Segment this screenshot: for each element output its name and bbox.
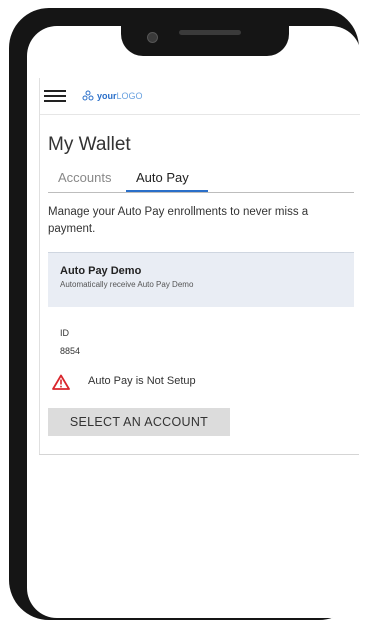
content-divider — [39, 454, 359, 455]
logo-text-suffix: LOGO — [116, 91, 143, 101]
active-tab-indicator — [126, 190, 208, 192]
select-account-button[interactable]: SELECT AN ACCOUNT — [48, 408, 230, 436]
id-label: ID — [60, 328, 69, 338]
speaker-grille — [179, 30, 241, 35]
logo-mark-icon — [82, 90, 94, 101]
camera-icon — [147, 32, 158, 43]
tab-auto-pay[interactable]: Auto Pay — [136, 170, 189, 190]
tab-bar: Accounts Auto Pay — [48, 170, 354, 193]
top-bar: your LOGO — [40, 78, 360, 115]
logo-text-prefix: your — [97, 91, 117, 101]
phone-screen: your LOGO My Wallet Accounts Auto Pay Man… — [27, 26, 361, 618]
auto-pay-status: Auto Pay is Not Setup — [88, 375, 196, 387]
auto-pay-card: Auto Pay Demo Automatically receive Auto… — [48, 252, 354, 307]
id-value: 8854 — [60, 346, 81, 356]
phone-frame: your LOGO My Wallet Accounts Auto Pay Man… — [9, 8, 361, 620]
tab-accounts[interactable]: Accounts — [58, 170, 111, 190]
hamburger-menu-icon[interactable] — [44, 90, 66, 102]
card-title: Auto Pay Demo — [60, 265, 142, 277]
app-viewport: your LOGO My Wallet Accounts Auto Pay Man… — [39, 78, 360, 454]
page-description: Manage your Auto Pay enrollments to neve… — [48, 206, 309, 235]
card-subtitle: Automatically receive Auto Pay Demo — [60, 280, 194, 289]
page-title: My Wallet — [48, 134, 131, 155]
logo[interactable]: your LOGO — [82, 89, 143, 103]
phone-notch — [121, 26, 289, 56]
warning-triangle-icon — [52, 374, 70, 390]
